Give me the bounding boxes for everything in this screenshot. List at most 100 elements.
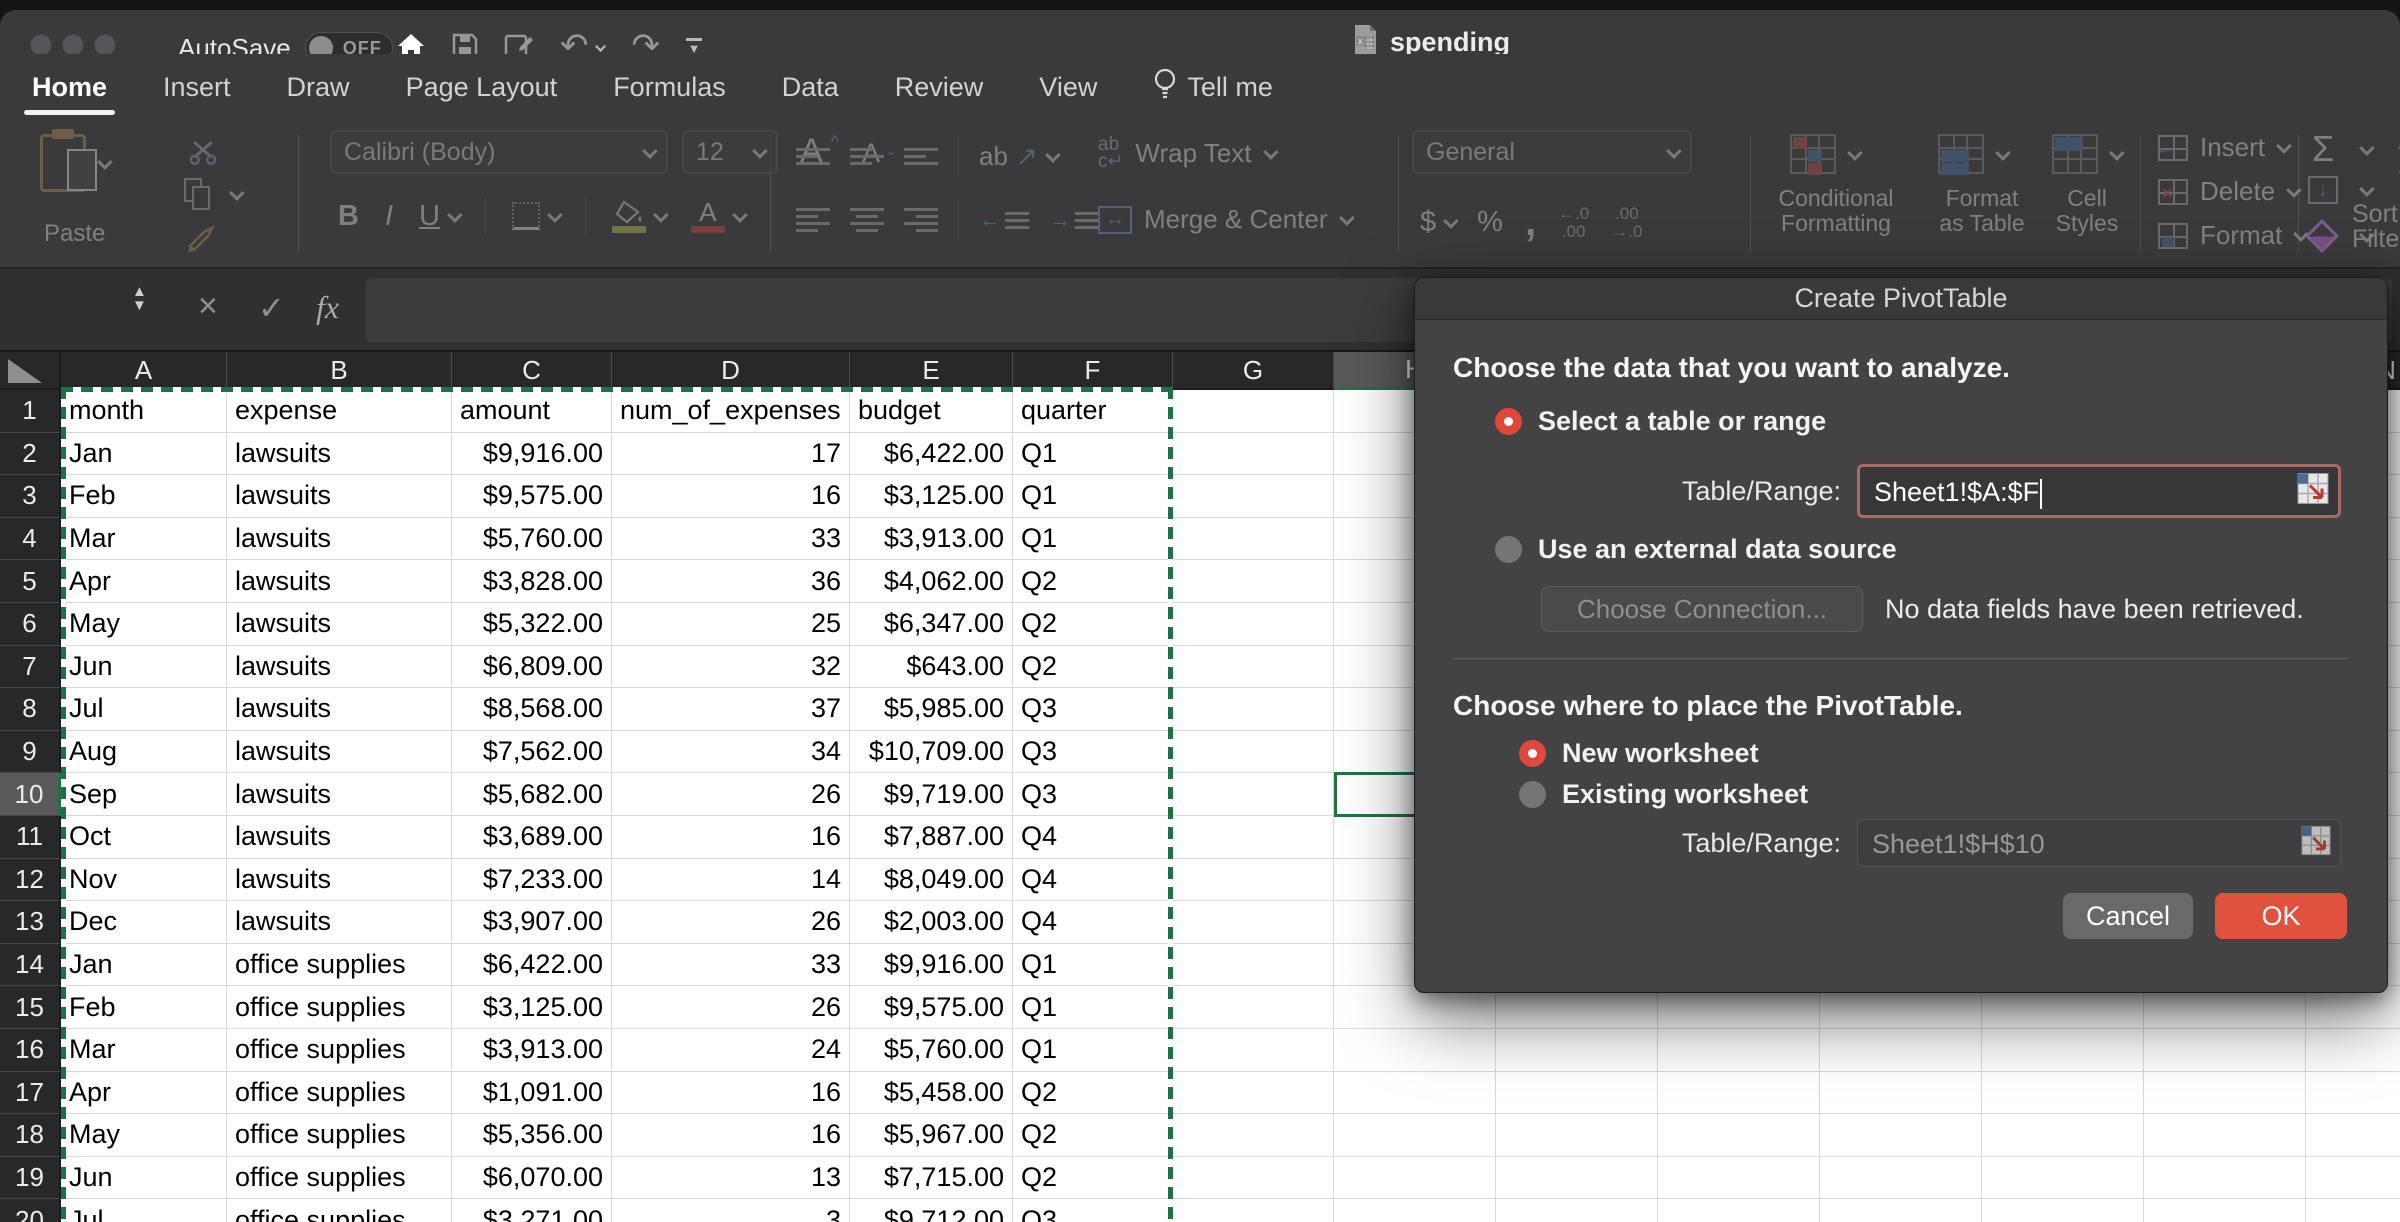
- cell[interactable]: budget: [850, 390, 1013, 433]
- ok-button[interactable]: OK: [2215, 893, 2347, 939]
- table-range-input[interactable]: Sheet1!$A:$F: [1857, 464, 2341, 518]
- cell[interactable]: Oct: [61, 816, 227, 859]
- cell[interactable]: [1173, 816, 1334, 859]
- cell[interactable]: 16: [612, 816, 850, 859]
- cell[interactable]: $3,907.00: [452, 901, 612, 944]
- row-header-19[interactable]: 19: [0, 1157, 61, 1200]
- cell[interactable]: amount: [452, 390, 612, 433]
- cell[interactable]: expense: [227, 390, 452, 433]
- paste-button[interactable]: [40, 134, 109, 192]
- cell[interactable]: lawsuits: [227, 433, 452, 476]
- tab-formulas[interactable]: Formulas: [611, 62, 728, 113]
- font-color-button[interactable]: A: [691, 200, 744, 233]
- cell[interactable]: Q4: [1013, 816, 1173, 859]
- delete-cells-button[interactable]: × Delete: [2158, 176, 2298, 207]
- cell[interactable]: 26: [612, 773, 850, 816]
- cell[interactable]: Jan: [61, 944, 227, 987]
- cell[interactable]: 17: [612, 433, 850, 476]
- cell[interactable]: $5,356.00: [452, 1114, 612, 1157]
- cell[interactable]: Feb: [61, 986, 227, 1029]
- cell[interactable]: 14: [612, 859, 850, 902]
- cell[interactable]: Q1: [1013, 475, 1173, 518]
- cell[interactable]: 13: [612, 1157, 850, 1200]
- cell[interactable]: Aug: [61, 731, 227, 774]
- cell[interactable]: $6,070.00: [452, 1157, 612, 1200]
- cell[interactable]: [2306, 1157, 2400, 1200]
- row-header-11[interactable]: 11: [0, 816, 61, 859]
- cell[interactable]: Q2: [1013, 560, 1173, 603]
- row-header-1[interactable]: 1: [0, 390, 61, 433]
- column-header-G[interactable]: G: [1173, 352, 1334, 390]
- autosum-button[interactable]: Σ: [2312, 128, 2371, 170]
- cell[interactable]: [1334, 1157, 1496, 1200]
- cell[interactable]: [2306, 1114, 2400, 1157]
- cell[interactable]: $5,458.00: [850, 1072, 1013, 1115]
- tab-view[interactable]: View: [1037, 62, 1099, 113]
- cell[interactable]: $3,913.00: [452, 1029, 612, 1072]
- cell[interactable]: Jun: [61, 646, 227, 689]
- cell[interactable]: $6,422.00: [452, 944, 612, 987]
- cell[interactable]: [1982, 1114, 2144, 1157]
- cell[interactable]: [2306, 1199, 2400, 1222]
- cell[interactable]: $3,125.00: [850, 475, 1013, 518]
- cell[interactable]: [1173, 901, 1334, 944]
- cell[interactable]: [1820, 1114, 1982, 1157]
- cell[interactable]: Q2: [1013, 1072, 1173, 1115]
- cell[interactable]: Q2: [1013, 603, 1173, 646]
- cell[interactable]: $3,913.00: [850, 518, 1013, 561]
- cell[interactable]: [1173, 731, 1334, 774]
- cell[interactable]: Apr: [61, 1072, 227, 1115]
- column-header-E[interactable]: E: [850, 352, 1013, 390]
- cell[interactable]: office supplies: [227, 1199, 452, 1222]
- cell[interactable]: 37: [612, 688, 850, 731]
- row-header-16[interactable]: 16: [0, 1029, 61, 1072]
- cell[interactable]: Jun: [61, 1157, 227, 1200]
- cell[interactable]: [1820, 1199, 1982, 1222]
- cell[interactable]: May: [61, 1114, 227, 1157]
- cell[interactable]: [1496, 1157, 1658, 1200]
- cell[interactable]: $5,760.00: [850, 1029, 1013, 1072]
- cell[interactable]: $6,809.00: [452, 646, 612, 689]
- cell[interactable]: Q1: [1013, 1029, 1173, 1072]
- cell[interactable]: [2144, 1072, 2306, 1115]
- conditional-formatting-button[interactable]: [1790, 134, 1859, 174]
- cell[interactable]: lawsuits: [227, 688, 452, 731]
- cell[interactable]: office supplies: [227, 944, 452, 987]
- zoom-window-button[interactable]: [94, 34, 116, 56]
- table-range-input-2[interactable]: Sheet1!$H$10: [1857, 819, 2341, 867]
- minimize-window-button[interactable]: [62, 34, 84, 56]
- align-top-icon[interactable]: [796, 148, 830, 165]
- row-header-10[interactable]: 10: [0, 773, 61, 816]
- cell[interactable]: Feb: [61, 475, 227, 518]
- tab-draw[interactable]: Draw: [285, 62, 352, 113]
- cell[interactable]: [1173, 944, 1334, 987]
- cell[interactable]: office supplies: [227, 1157, 452, 1200]
- customize-toolbar-icon[interactable]: ▼: [686, 38, 702, 54]
- cell[interactable]: num_of_expenses: [612, 390, 850, 433]
- cell[interactable]: [1173, 646, 1334, 689]
- cell[interactable]: $9,916.00: [850, 944, 1013, 987]
- close-window-button[interactable]: [30, 34, 52, 56]
- cell[interactable]: Q3: [1013, 731, 1173, 774]
- font-name-select[interactable]: Calibri (Body): [330, 130, 668, 174]
- cell[interactable]: Dec: [61, 901, 227, 944]
- cell[interactable]: [1658, 1199, 1820, 1222]
- row-header-12[interactable]: 12: [0, 859, 61, 902]
- cell[interactable]: $5,322.00: [452, 603, 612, 646]
- cell[interactable]: [1173, 560, 1334, 603]
- cell[interactable]: $7,562.00: [452, 731, 612, 774]
- select-all-corner[interactable]: [0, 352, 61, 390]
- cell[interactable]: Q4: [1013, 859, 1173, 902]
- align-left-icon[interactable]: [796, 208, 830, 232]
- cell[interactable]: 32: [612, 646, 850, 689]
- cell[interactable]: Mar: [61, 1029, 227, 1072]
- cell[interactable]: $643.00: [850, 646, 1013, 689]
- cell[interactable]: $7,715.00: [850, 1157, 1013, 1200]
- copy-button[interactable]: [184, 178, 241, 210]
- row-header-3[interactable]: 3: [0, 475, 61, 518]
- fx-icon[interactable]: fx: [316, 289, 339, 326]
- column-header-B[interactable]: B: [227, 352, 452, 390]
- cell[interactable]: [1334, 1199, 1496, 1222]
- row-header-5[interactable]: 5: [0, 560, 61, 603]
- format-cells-button[interactable]: Format: [2158, 220, 2305, 251]
